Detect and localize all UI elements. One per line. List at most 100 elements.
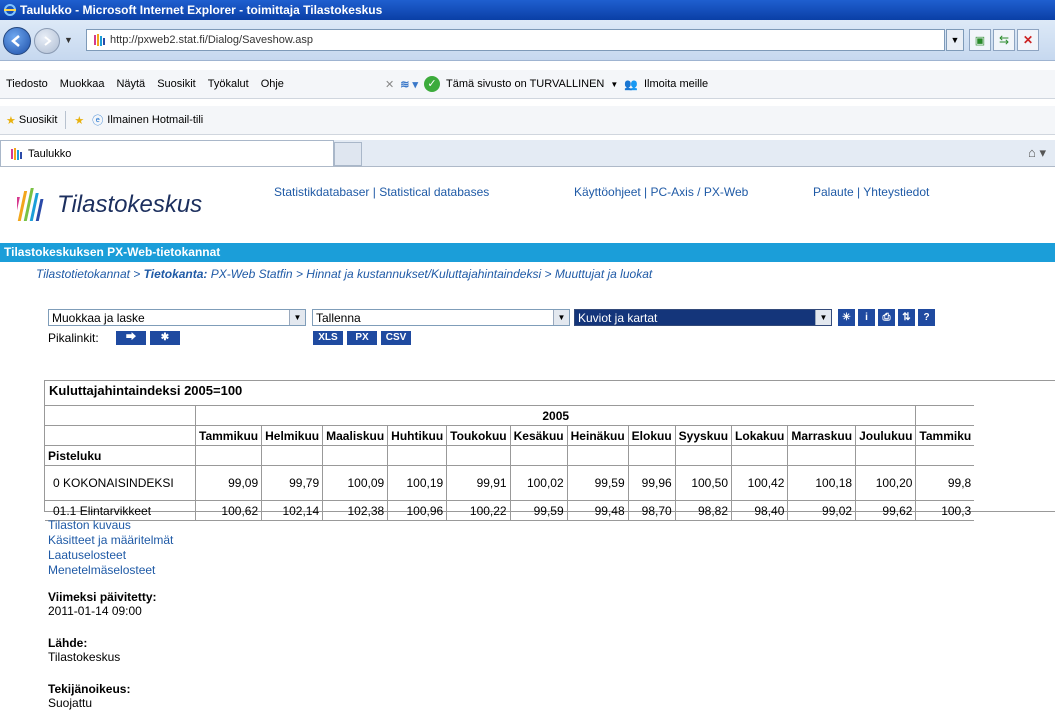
table-cell: 98,40 (731, 500, 789, 521)
ie-page-icon: ⓔ (92, 115, 104, 127)
table-cell: 99,79 (261, 465, 324, 501)
year-header-row: 2005 (45, 405, 975, 426)
site-banner: Tilastokeskuksen PX-Web-tietokannat (0, 243, 1055, 262)
help-icon[interactable]: ? (918, 309, 935, 326)
charts-maps-select[interactable]: Kuviot ja kartat ▼ (574, 309, 832, 326)
crumb-px-web-statfin[interactable]: PX-Web Statfin (211, 267, 293, 281)
refresh-button[interactable]: ⇆ (993, 29, 1015, 51)
table-cell: 100,3 (915, 500, 975, 521)
xls-button[interactable]: XLS (313, 331, 343, 345)
history-dropdown-icon[interactable]: ▼ (64, 35, 73, 45)
month-header: Tammiku (915, 425, 975, 446)
crumb-tilastotietokannat[interactable]: Tilastotietokannat (36, 267, 130, 281)
updated-value: 2011-01-14 09:00 (48, 604, 142, 618)
address-dropdown-button[interactable]: ▼ (946, 29, 964, 51)
link-statistikdatabaser[interactable]: Statistikdatabaser (274, 185, 369, 199)
link-pcaxis[interactable]: PC-Axis / PX-Web (651, 185, 749, 199)
link-menetelmaselosteet[interactable]: Menetelmäselosteet (48, 563, 173, 578)
hotmail-link[interactable]: Ilmainen Hotmail-tili (107, 114, 203, 126)
window-title-bar: Taulukko - Microsoft Internet Explorer -… (0, 0, 1055, 20)
menu-bar: Tiedosto Muokkaa Näytä Suosikit Työkalut… (0, 70, 1055, 99)
edit-calc-select[interactable]: Muokkaa ja laske ▼ (48, 309, 306, 326)
link-kayttoohjeet[interactable]: Käyttöohjeet (574, 185, 641, 199)
brand-name: Tilastokeskus (57, 191, 203, 218)
menu-item-tools[interactable]: Työkalut (202, 78, 255, 90)
crumb-tietokanta-label: Tietokanta: (143, 267, 208, 281)
ie-logo-icon (4, 4, 16, 16)
window-title: Taulukko - Microsoft Internet Explorer -… (20, 3, 383, 17)
table-cell: 99,62 (855, 500, 917, 521)
wifi-icon[interactable]: ≋ ▾ (400, 78, 418, 91)
stub-corner-2 (45, 425, 196, 446)
table-cell: 99,8 (915, 465, 975, 501)
forward-arrow-icon (44, 36, 52, 46)
csv-button[interactable]: CSV (381, 331, 411, 345)
table-cell: 100,19 (387, 465, 448, 501)
safety-dropdown-icon[interactable]: ▼ (610, 80, 618, 89)
table-cell: 99,91 (446, 465, 511, 501)
print-icon[interactable]: ⎙ (878, 309, 895, 326)
edit-calc-value: Muokkaa ja laske (52, 311, 145, 325)
crumb-muuttujat[interactable]: Muuttujat ja luokat (555, 267, 652, 281)
info-icon[interactable]: i (858, 309, 875, 326)
report-button[interactable]: Ilmoita meille (644, 78, 708, 90)
address-bar[interactable]: http://pxweb2.stat.fi/Dialog/Saveshow.as… (86, 29, 945, 51)
save-select[interactable]: Tallenna ▼ (312, 309, 570, 326)
pivot-icon[interactable]: ⮕ (116, 331, 146, 345)
table-cell: 100,20 (855, 465, 917, 501)
month-header: Heinäkuu (566, 425, 629, 446)
db-links: Statistikdatabaser | Statistical databas… (274, 185, 490, 199)
back-button[interactable] (3, 27, 31, 55)
site-logo[interactable]: Tilastokeskus (17, 187, 202, 223)
table-cell: 99,09 (194, 465, 263, 501)
security-toolbar: ✕ ≋ ▾ ✓ Tämä sivusto on TURVALLINEN ▼ 👥 … (385, 70, 708, 98)
updated-label: Viimeksi päivitetty: (48, 590, 157, 604)
contact-links: Palaute | Yhteystiedot (813, 185, 930, 199)
tab-favicon-icon (11, 147, 22, 160)
link-kasitteet[interactable]: Käsitteet ja määritelmät (48, 533, 173, 548)
month-header: Maaliskuu (322, 425, 389, 446)
transpose-icon[interactable]: ✱ (150, 331, 180, 345)
link-tilaston-kuvaus[interactable]: Tilaston kuvaus (48, 518, 173, 533)
crumb-kuluttajahintaindeksi[interactable]: Hinnat ja kustannukset/Kuluttajahintaind… (306, 267, 541, 281)
compat-view-button[interactable]: ▣ (969, 29, 991, 51)
refresh-icon: ⇆ (998, 33, 1010, 47)
tab-title: Taulukko (28, 147, 72, 160)
check-shield-icon: ✓ (424, 76, 441, 92)
close-toolbar-icon[interactable]: ✕ (385, 78, 394, 91)
sort-icon[interactable]: ⇅ (898, 309, 915, 326)
menu-item-view[interactable]: Näytä (110, 78, 151, 90)
menu-item-help[interactable]: Ohje (255, 78, 290, 90)
data-table-box: Kuluttajahintaindeksi 2005=100 2005 Tamm… (44, 380, 1055, 521)
source-value: Tilastokeskus (48, 650, 121, 664)
menu-item-file[interactable]: Tiedosto (0, 78, 54, 90)
safety-status-button[interactable]: Tämä sivusto on TURVALLINEN (446, 78, 604, 90)
new-tab-button[interactable] (334, 142, 362, 166)
link-yhteystiedot[interactable]: Yhteystiedot (863, 185, 929, 199)
px-button[interactable]: PX (347, 331, 377, 345)
updated-block: Viimeksi päivitetty: 2011-01-14 09:00 (48, 590, 157, 618)
month-header: Joulukuu (855, 425, 917, 446)
link-laatuselosteet[interactable]: Laatuselosteet (48, 548, 173, 563)
tab-taulukko[interactable]: Taulukko (0, 140, 334, 166)
stop-button[interactable]: ✕ (1017, 29, 1039, 51)
forward-button[interactable] (34, 28, 60, 54)
table-cell: 100,22 (446, 500, 511, 521)
menu-item-favorites[interactable]: Suosikit (151, 78, 202, 90)
row-label: 0 KOKONAISINDEKSI (45, 465, 196, 501)
tab-bar: Taulukko ⌂ ▾ (0, 140, 1055, 167)
stub-label: Pisteluku (45, 445, 196, 466)
menu-item-edit[interactable]: Muokkaa (54, 78, 111, 90)
copyright-value: Suojattu (48, 696, 93, 710)
table-cell: 100,62 (194, 500, 263, 521)
add-favorite-icon[interactable]: ★ (74, 114, 84, 127)
table-cell: 98,82 (674, 500, 733, 521)
home-icon[interactable]: ⌂ ▾ (1028, 145, 1046, 161)
month-header: Kesäkuu (509, 425, 568, 446)
month-header: Marraskuu (787, 425, 857, 446)
asterisk-icon[interactable]: ✳ (838, 309, 855, 326)
favorites-button[interactable]: Suosikit (19, 114, 58, 126)
link-palaute[interactable]: Palaute (813, 185, 854, 199)
stub-row: Pisteluku (45, 445, 975, 466)
link-statistical-databases[interactable]: Statistical databases (379, 185, 489, 199)
